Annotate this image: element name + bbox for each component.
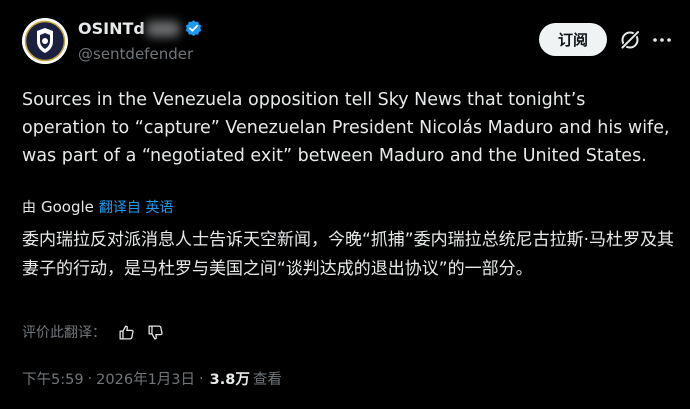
meta-separator: ·	[199, 370, 204, 387]
post-meta: 下午5:59 · 2026年1月3日 · 3.8万 查看	[22, 368, 282, 389]
rate-translation-label: 评价此翻译：	[22, 325, 106, 341]
thumbs-up-icon[interactable]	[118, 324, 135, 341]
translated-text: 委内瑞拉反对派消息人士告诉天空新闻，今晚“抓捕”委内瑞拉总统尼古拉斯·马杜罗及其…	[22, 230, 675, 279]
display-name-row[interactable]: OSINTd	[78, 19, 203, 38]
post-text: Sources in the Venezuela opposition tell…	[22, 90, 670, 166]
grok-icon[interactable]	[619, 29, 641, 51]
google-label: Google	[41, 198, 94, 216]
translated-by: 由 Google 翻译自 英语	[22, 197, 173, 217]
avatar-logo	[22, 18, 68, 64]
translated-from-link[interactable]: 翻译自 英语	[99, 197, 173, 217]
post-date[interactable]: 2026年1月3日	[96, 368, 195, 389]
views-label: 查看	[252, 372, 282, 388]
meta-separator: ·	[87, 370, 93, 387]
rate-translation: 评价此翻译：	[22, 322, 164, 342]
post-time[interactable]: 下午5:59	[22, 368, 84, 389]
display-name[interactable]: OSINTd	[78, 19, 145, 38]
thumbs-down-icon[interactable]	[147, 324, 164, 341]
views-count: 3.8万	[209, 372, 250, 388]
user-handle[interactable]: @sentdefender	[78, 45, 193, 63]
redacted-name-part	[145, 20, 180, 37]
translated-by-prefix: 由	[22, 200, 36, 216]
more-options-icon[interactable]	[651, 29, 673, 51]
verified-badge-icon[interactable]	[184, 19, 203, 38]
subscribe-button[interactable]: 订阅	[539, 23, 607, 56]
avatar[interactable]	[22, 18, 68, 64]
